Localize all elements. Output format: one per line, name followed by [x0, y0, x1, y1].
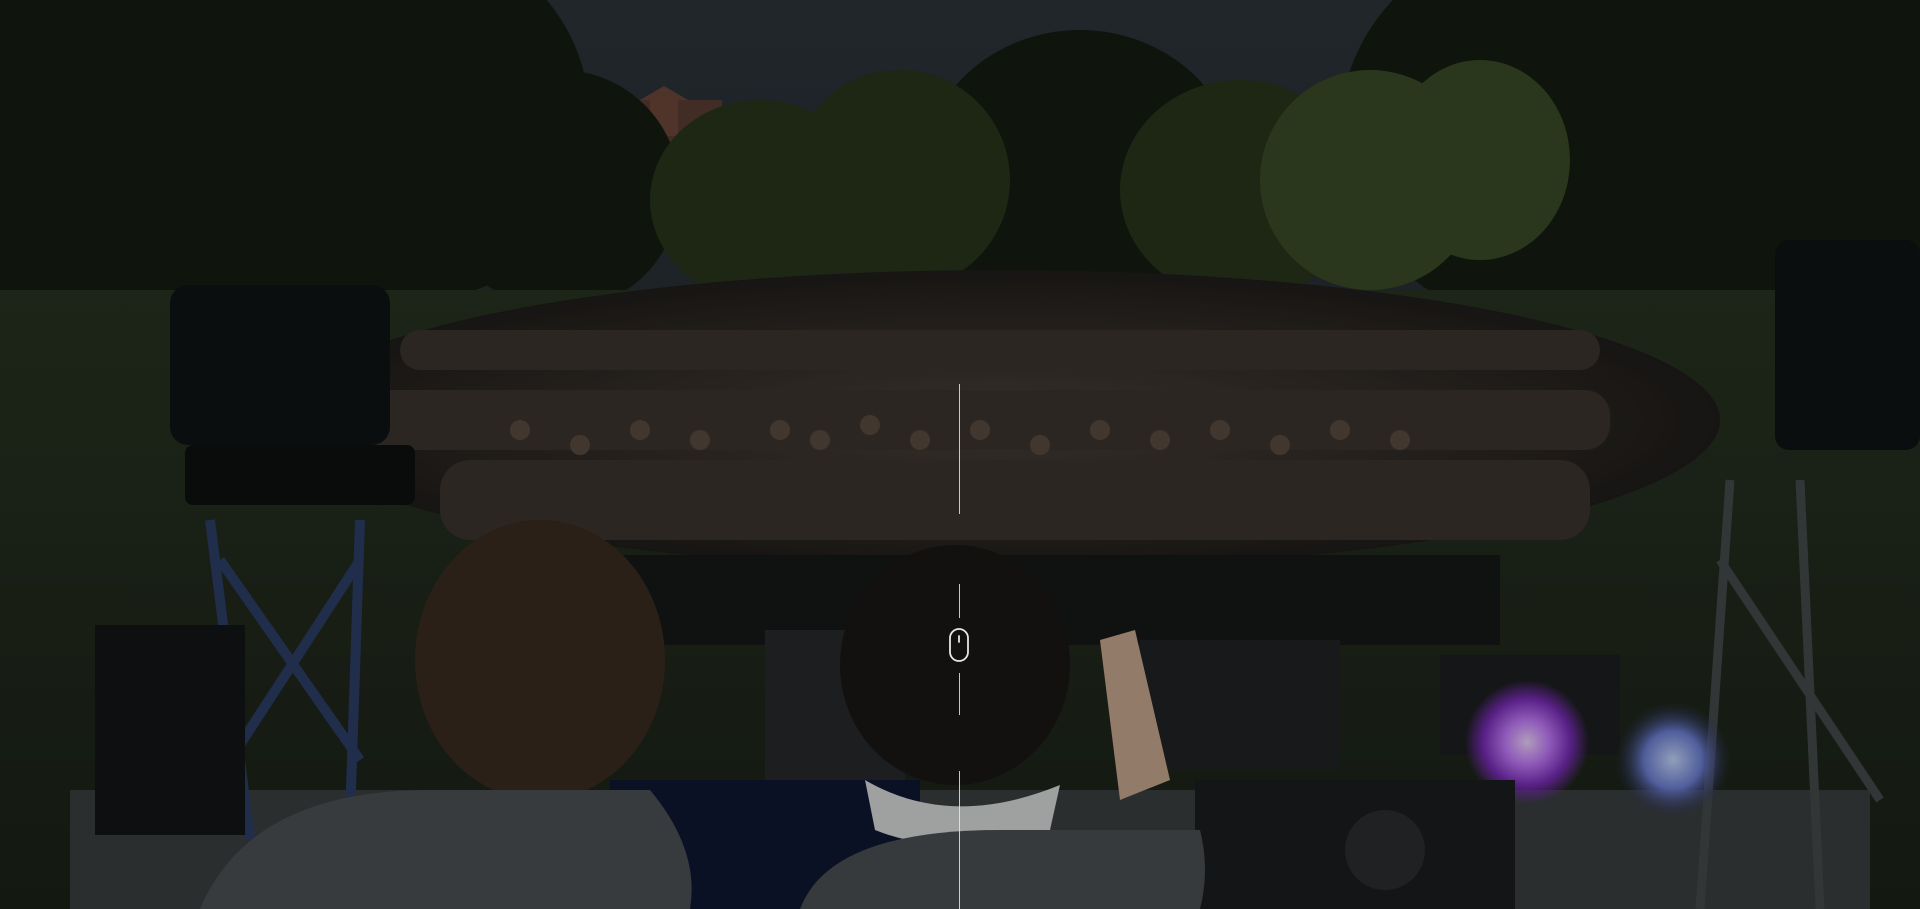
- scroll-line-middle: [959, 584, 960, 618]
- scroll-line-top: [959, 384, 960, 514]
- mouse-scroll-icon[interactable]: [949, 628, 969, 662]
- scroll-line-bottom: [959, 771, 960, 909]
- hero-section: [0, 0, 1920, 909]
- scroll-line-lower: [959, 673, 960, 715]
- scroll-indicator: [949, 384, 971, 909]
